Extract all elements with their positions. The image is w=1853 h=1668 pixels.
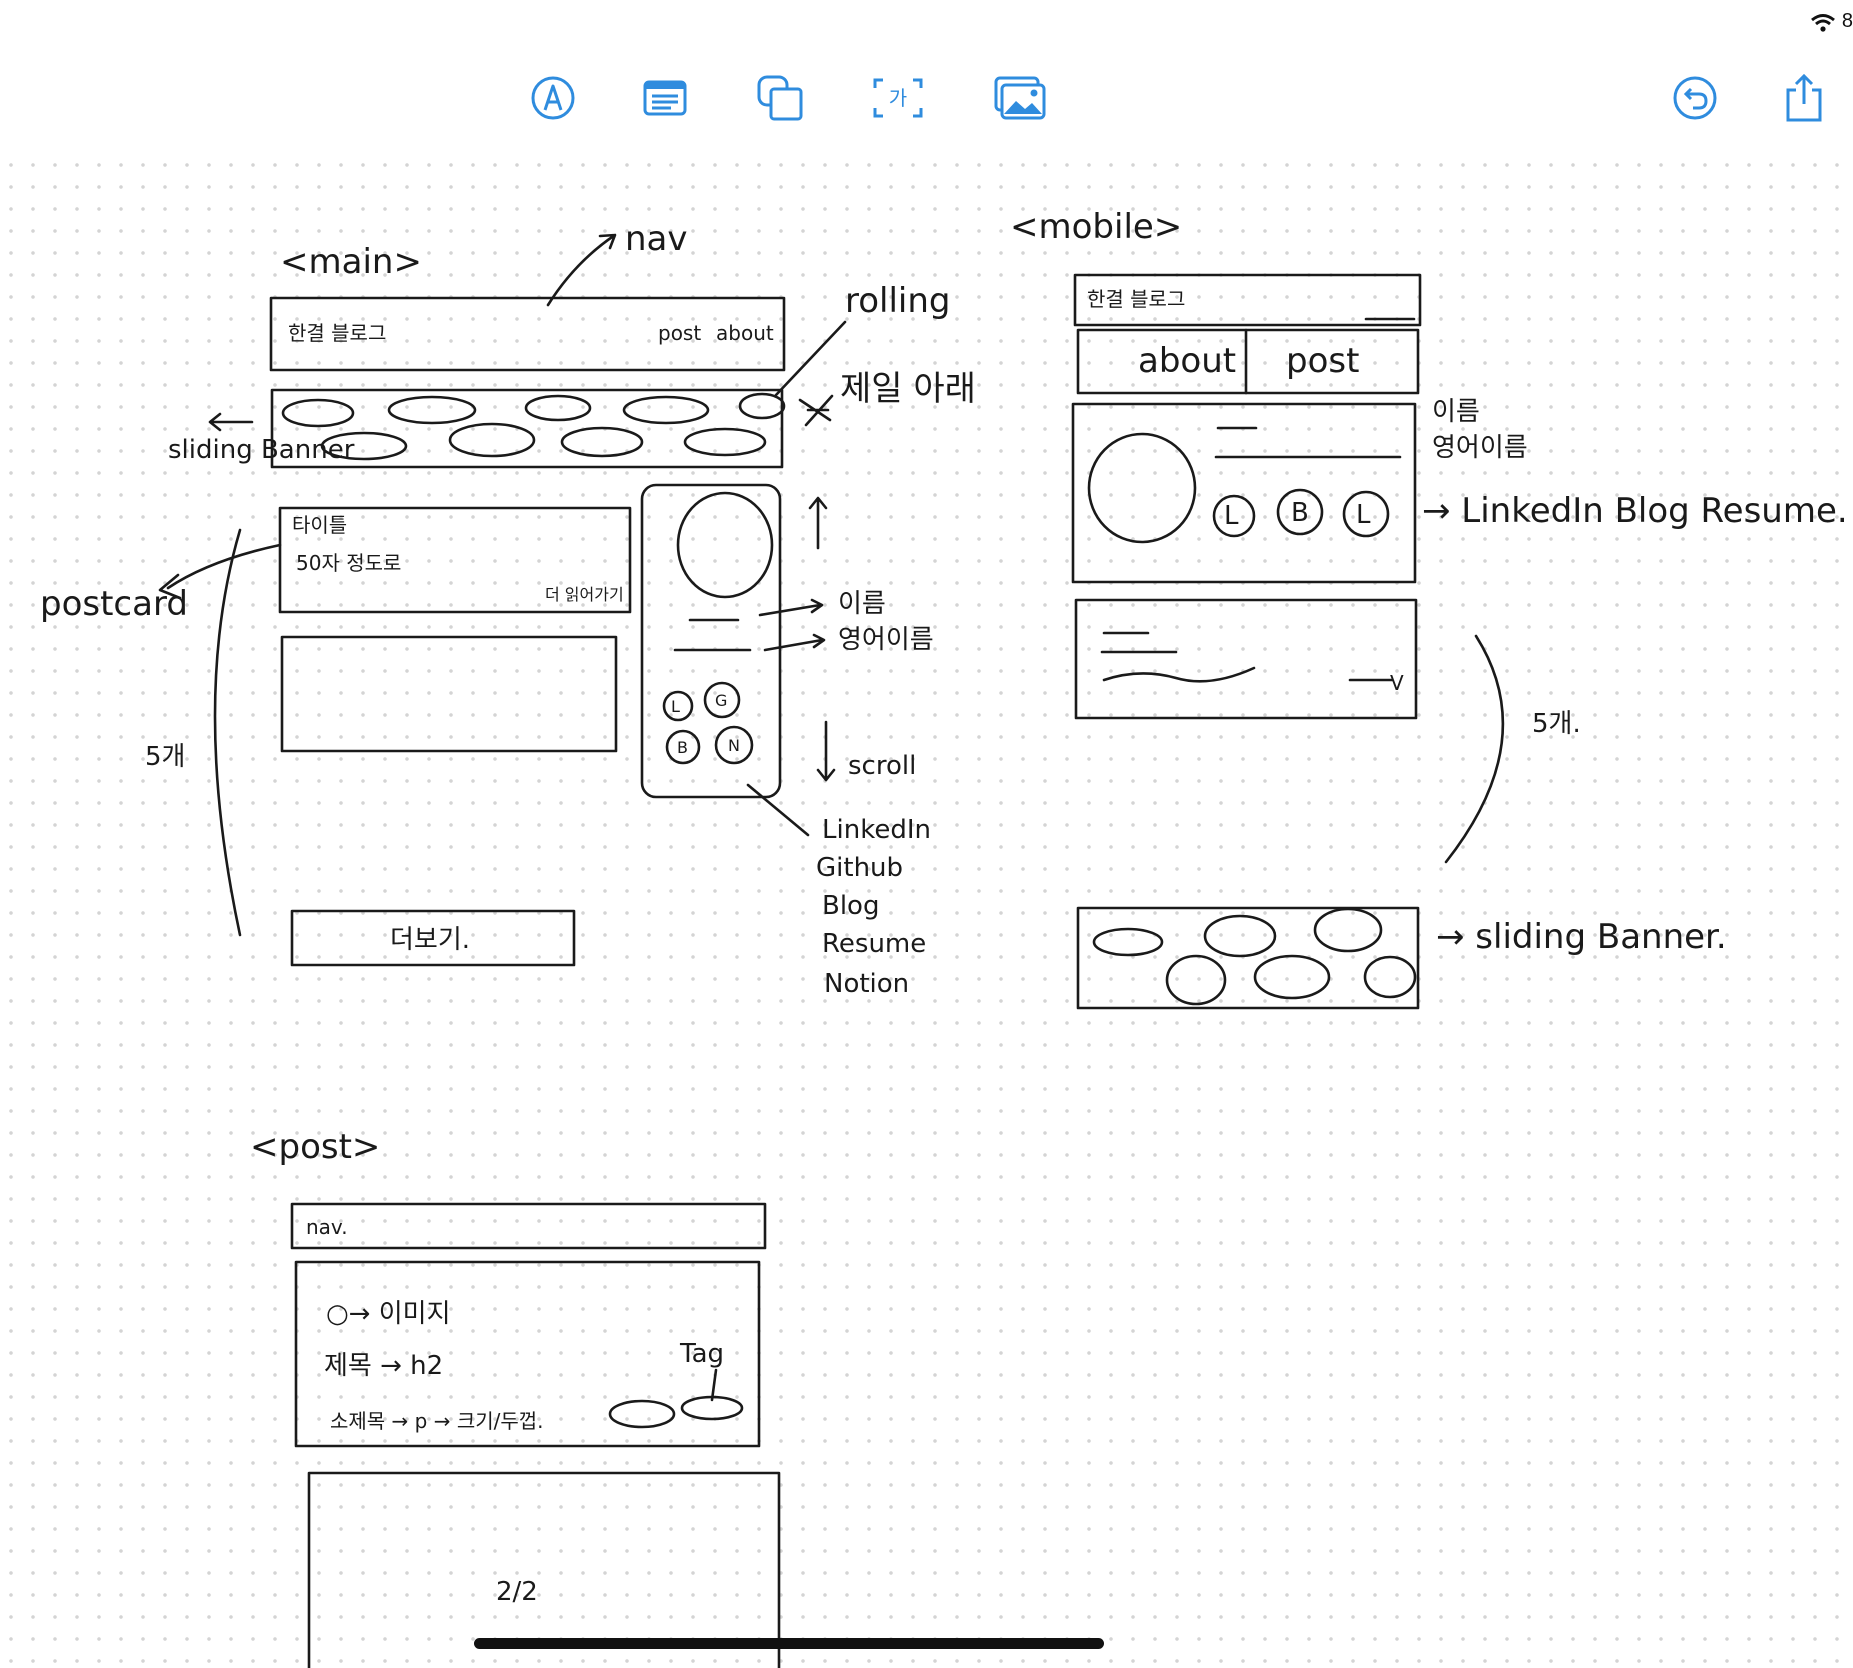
main-heading: <main>: [280, 242, 422, 282]
badge-notion[interactable]: N: [728, 736, 740, 755]
scroll-label: scroll: [848, 751, 916, 781]
sketch-canvas[interactable]: <main> nav 한결 블로그 post about rolling 제일 …: [0, 0, 1853, 1668]
post-subtitle-note: 소제목 → p → 크기/두껍.: [330, 1409, 544, 1433]
mobile-sliding-banner-label: → sliding Banner.: [1436, 917, 1727, 957]
mobile-tabs: [1076, 328, 1420, 395]
profile-english-name: 영어이름: [838, 625, 934, 655]
mobile-name: 이름: [1432, 397, 1480, 427]
post-title-note: 제목 → h2: [324, 1351, 443, 1381]
sliding-banner-label: sliding Banner: [168, 435, 355, 465]
main-count: 5개: [145, 742, 185, 772]
post-tag-chip-1: [608, 1399, 676, 1429]
mobile-avatar: [1087, 432, 1197, 544]
link-linkedin: LinkedIn: [822, 815, 931, 845]
main-nav-post: post: [658, 321, 701, 345]
post-tag-label: Tag: [679, 1339, 724, 1369]
mobile-card-more: V: [1390, 671, 1404, 695]
nav-label: nav: [625, 219, 688, 259]
link-github: Github: [816, 853, 903, 883]
link-resume: Resume: [822, 929, 926, 959]
badge-blog[interactable]: B: [677, 738, 688, 757]
main-nav-about: about: [716, 321, 774, 345]
card-summary: 50자 정도로: [296, 551, 401, 575]
profile-name: 이름: [838, 589, 886, 619]
mobile-links-note: → LinkedIn Blog Resume.: [1422, 491, 1848, 531]
postcard-label: postcard: [40, 584, 188, 624]
profile-avatar: [676, 491, 774, 599]
mobile-badge-linkedin[interactable]: L: [1224, 501, 1239, 531]
badge-linkedin[interactable]: L: [671, 697, 680, 716]
post-nav-label: nav.: [306, 1215, 348, 1239]
profile-card: [640, 483, 782, 799]
post-heading: <post>: [250, 1127, 380, 1167]
more-button-label: 더보기.: [390, 925, 470, 955]
post-nav: [290, 1202, 767, 1250]
mobile-tab-about[interactable]: about: [1138, 341, 1236, 381]
badge-github[interactable]: G: [715, 691, 727, 710]
main-blog-name: 한결 블로그: [288, 321, 386, 345]
post-card-2: [280, 635, 618, 753]
mobile-heading: <mobile>: [1010, 207, 1182, 247]
link-blog: Blog: [822, 891, 879, 921]
card-more: 더 읽어가기: [545, 585, 624, 604]
mobile-banner-ovals: [1092, 907, 1417, 1006]
mobile-badge-blog[interactable]: B: [1291, 498, 1309, 528]
mobile-english-name: 영어이름: [1432, 433, 1528, 463]
rolling-note: 제일 아래: [840, 369, 976, 409]
link-notion: Notion: [824, 969, 909, 999]
post-image-note: ○→ 이미지: [326, 1299, 451, 1329]
rolling-label: rolling: [845, 281, 951, 321]
mobile-tab-post[interactable]: post: [1286, 341, 1359, 381]
home-indicator[interactable]: [474, 1638, 1104, 1649]
mobile-count: 5개.: [1532, 709, 1581, 739]
mobile-post-card: [1074, 598, 1418, 720]
banner-ovals: [281, 392, 786, 461]
mobile-blog-name: 한결 블로그: [1087, 287, 1185, 311]
mobile-badge-resume[interactable]: L: [1356, 500, 1371, 530]
card-title: 타이틀: [292, 513, 347, 537]
mobile-sliding-banner: [1076, 906, 1420, 1010]
post-page-number: 2/2: [496, 1577, 538, 1607]
